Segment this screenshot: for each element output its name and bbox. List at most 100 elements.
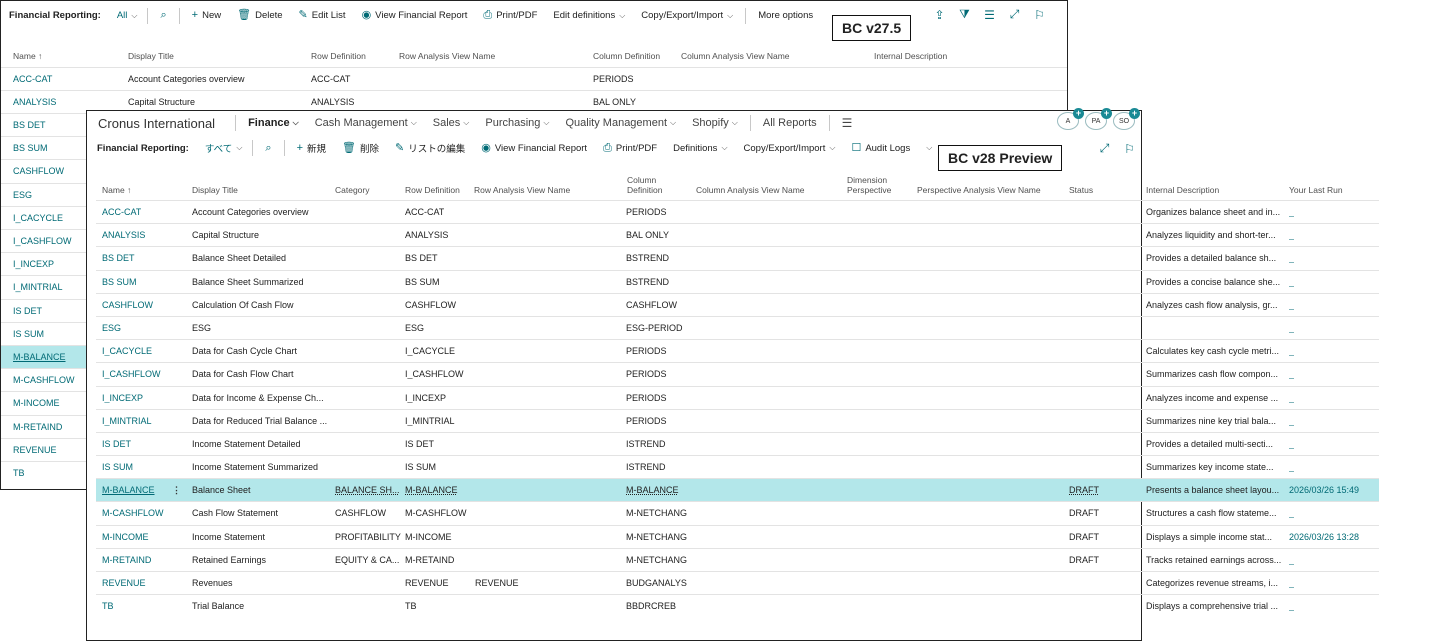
table-row[interactable]: CASHFLOW (1, 159, 87, 182)
avatar-pa[interactable]: PA + (1085, 108, 1112, 130)
old-print-button[interactable]: ⎙ Print/PDF (475, 10, 545, 22)
old-col-row-definition[interactable]: Row Definition (311, 51, 366, 61)
old-search-button[interactable]: ⌕ (152, 10, 174, 21)
row-name-link[interactable]: CASHFLOW (13, 166, 64, 176)
row-name-link[interactable]: I_MINTRIAL (13, 282, 63, 292)
new-col-category[interactable]: Category (335, 185, 370, 195)
row-name-link[interactable]: M-INCOME (13, 398, 60, 408)
table-row[interactable]: M-BALANCE Balance Sheet BALANCE SH... M-BAL… (96, 478, 1379, 502)
row-name-link[interactable]: IS SUM (13, 329, 44, 339)
table-row[interactable]: I_CASHFLOW Data for Cash Flow Chart I_CASH… (96, 362, 1379, 385)
row-last-run[interactable]: _ (1289, 393, 1294, 403)
row-name-link[interactable]: M-INCOME (102, 532, 149, 542)
old-col-column-definition[interactable]: Column Definition (593, 51, 660, 61)
expand-icon[interactable]: ⤢ (1002, 7, 1027, 22)
row-name-link[interactable]: M-CASHFLOW (102, 508, 164, 518)
nav-finance[interactable]: Finance ⌵ (240, 117, 307, 129)
old-delete-button[interactable]: 🗑 Delete (229, 10, 290, 22)
table-row[interactable]: I_INCEXP (1, 252, 87, 275)
row-last-run[interactable]: _ (1289, 207, 1294, 217)
new-col-status[interactable]: Status (1069, 185, 1093, 195)
new-print-button[interactable]: ⎙ Print/PDF (595, 142, 665, 154)
row-last-run[interactable]: 2026/03/26 15:49 (1289, 485, 1359, 495)
row-last-run[interactable]: _ (1289, 555, 1294, 565)
nav-purchasing[interactable]: Purchasing ⌵ (477, 117, 557, 129)
row-last-run[interactable]: _ (1289, 439, 1294, 449)
list-view-icon[interactable]: ☰ (977, 8, 1002, 22)
table-row[interactable]: M-BALANCE (1, 345, 87, 369)
row-name-link[interactable]: I_INCEXP (13, 259, 54, 269)
table-row[interactable]: I_CACYCLE (1, 205, 87, 229)
nav-quality-management[interactable]: Quality Management ⌵ (558, 117, 685, 129)
row-name-link[interactable]: ANALYSIS (13, 97, 56, 107)
new-col-perspective-view[interactable]: Perspective Analysis View Name (917, 185, 1041, 195)
row-name-link[interactable]: I_INCEXP (102, 393, 143, 403)
table-row[interactable]: I_INCEXP Data for Income & Expense Ch... I… (96, 385, 1379, 409)
table-row[interactable]: M-RETAIND Retained Earnings EQUITY & CA...… (96, 547, 1379, 571)
row-last-run[interactable]: _ (1289, 230, 1294, 240)
old-view-report-button[interactable]: ◉ View Financial Report (354, 10, 476, 22)
new-col-dimension-2[interactable]: Perspective (847, 185, 891, 195)
filter-icon[interactable]: ⧩ (952, 7, 977, 22)
row-name-link[interactable]: TB (13, 468, 25, 478)
row-name-link[interactable]: I_CASHFLOW (102, 369, 161, 379)
avatar-a[interactable]: A + (1057, 108, 1084, 130)
old-col-name[interactable]: Name ↑ (13, 51, 42, 61)
row-name-link[interactable]: IS SUM (102, 462, 133, 472)
old-col-display-title[interactable]: Display Title (128, 51, 174, 61)
new-col-column-definition-2[interactable]: Definition (627, 185, 662, 195)
table-row[interactable]: I_MINTRIAL Data for Reduced Trial Balance… (96, 408, 1379, 432)
old-col-row-view[interactable]: Row Analysis View Name (399, 51, 495, 61)
new-filter-dropdown[interactable]: すべて ⌵ (199, 141, 249, 155)
new-new-button[interactable]: + 新規 (289, 141, 334, 155)
nav-cash-management[interactable]: Cash Management ⌵ (307, 117, 425, 129)
row-name-link[interactable]: REVENUE (102, 578, 146, 588)
row-last-run[interactable]: _ (1289, 508, 1294, 518)
table-row[interactable]: ESG ESG ESG ESG-PERIOD _ (96, 315, 1379, 339)
row-last-run[interactable]: _ (1289, 323, 1294, 333)
table-row[interactable]: REVENUE (1, 437, 87, 461)
row-last-run[interactable]: _ (1289, 253, 1294, 263)
table-row[interactable]: ACC-CAT Account Categories overview ACC-CA… (96, 200, 1379, 223)
row-actions-menu-icon[interactable]: ⋮ (172, 485, 181, 496)
row-name-link[interactable]: M-BALANCE (102, 485, 155, 495)
table-row[interactable]: IS DET (1, 298, 87, 322)
row-last-run[interactable]: _ (1289, 300, 1294, 310)
old-col-column-view[interactable]: Column Analysis View Name (681, 51, 790, 61)
row-name-link[interactable]: I_CACYCLE (13, 213, 63, 223)
expand-icon[interactable]: ⤢ (1092, 141, 1117, 156)
row-last-run[interactable]: _ (1289, 277, 1294, 287)
new-view-report-button[interactable]: ◉ View Financial Report (473, 142, 595, 154)
row-last-run[interactable]: _ (1289, 346, 1294, 356)
row-name-link[interactable]: M-RETAIND (13, 422, 62, 432)
row-last-run[interactable]: _ (1289, 578, 1294, 588)
row-name-link[interactable]: TB (102, 601, 114, 611)
table-row[interactable]: IS SUM Income Statement Summarized IS SUM I… (96, 455, 1379, 478)
table-row[interactable]: M-CASHFLOW (1, 368, 87, 391)
old-more-options-button[interactable]: More options (750, 10, 821, 21)
row-name-link[interactable]: BS DET (102, 253, 135, 263)
old-new-button[interactable]: + New (184, 10, 229, 22)
row-last-run[interactable]: _ (1289, 462, 1294, 472)
row-name-link[interactable]: M-RETAIND (102, 555, 151, 565)
row-name-link[interactable]: ANALYSIS (102, 230, 145, 240)
table-row[interactable]: M-INCOME (1, 391, 87, 414)
row-name-link[interactable]: IS DET (13, 306, 42, 316)
row-name-link[interactable]: M-CASHFLOW (13, 375, 75, 385)
bookmark-icon[interactable]: ⚐ (1027, 8, 1052, 22)
new-col-internal-description[interactable]: Internal Description (1146, 185, 1219, 195)
row-name-link[interactable]: REVENUE (13, 445, 57, 455)
old-edit-list-button[interactable]: ✎ Edit List (291, 10, 354, 22)
nav-menu-button[interactable]: ☰ (834, 116, 861, 130)
table-row[interactable]: IS SUM (1, 321, 87, 345)
row-name-link[interactable]: ESG (13, 190, 32, 200)
row-last-run[interactable]: _ (1289, 601, 1294, 611)
table-row[interactable]: M-CASHFLOW Cash Flow Statement CASHFLOW M-C… (96, 501, 1379, 524)
row-last-run[interactable]: _ (1289, 416, 1294, 426)
row-name-link[interactable]: I_CACYCLE (102, 346, 152, 356)
table-row[interactable]: BS SUM Balance Sheet Summarized BS SUM BSTR… (96, 269, 1379, 293)
table-row[interactable]: I_CASHFLOW (1, 229, 87, 252)
old-filter-dropdown[interactable]: All ⌵ (111, 10, 144, 21)
table-row[interactable]: BS DET (1, 113, 87, 136)
new-col-row-view[interactable]: Row Analysis View Name (474, 185, 570, 195)
